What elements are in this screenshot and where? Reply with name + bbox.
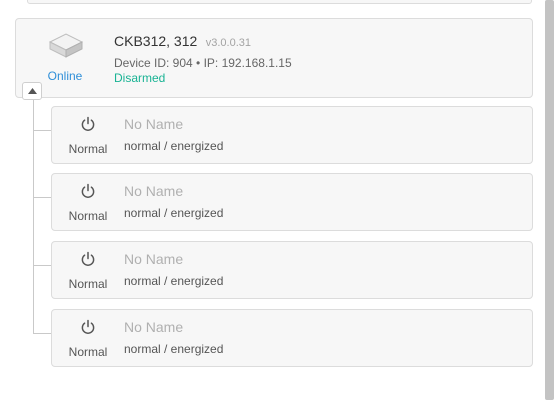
tree-connector <box>33 100 34 333</box>
arm-status: Disarmed <box>114 71 166 85</box>
device-info: Device ID: 904 • IP: 192.168.1.15 <box>114 56 292 70</box>
output-mode: normal / energized <box>124 274 224 288</box>
tree-branch <box>33 130 51 131</box>
vertical-scrollbar[interactable] <box>544 0 555 404</box>
power-icon <box>81 251 95 266</box>
output-name: No Name <box>124 319 184 335</box>
device-title: CKB312, 312 <box>114 33 198 49</box>
output-card[interactable]: Normal No Name normal / energized <box>51 106 533 164</box>
output-name: No Name <box>124 251 184 267</box>
device-card[interactable]: Online CKB312, 312 v3.0.0.31 Device ID: … <box>15 18 533 98</box>
output-mode: normal / energized <box>124 206 224 220</box>
output-card[interactable]: Normal No Name normal / energized <box>51 241 533 299</box>
collapse-button[interactable] <box>22 82 42 100</box>
output-card[interactable]: Normal No Name normal / energized <box>51 173 533 231</box>
scrollbar-thumb[interactable] <box>545 0 554 400</box>
firmware-version: v3.0.0.31 <box>205 37 252 49</box>
output-name: No Name <box>124 183 184 199</box>
output-state: Normal <box>68 209 108 223</box>
output-mode: normal / energized <box>124 342 224 356</box>
output-card[interactable]: Normal No Name normal / energized <box>51 309 533 367</box>
caret-up-icon <box>28 88 37 94</box>
output-state: Normal <box>68 345 108 359</box>
tree-branch <box>33 333 51 334</box>
power-icon <box>81 116 95 131</box>
output-name: No Name <box>124 116 184 132</box>
output-mode: normal / energized <box>124 139 224 153</box>
power-icon <box>81 319 95 334</box>
tree-branch <box>33 197 51 198</box>
power-icon <box>81 183 95 198</box>
device-box-icon <box>48 33 84 58</box>
tree-branch <box>33 265 51 266</box>
output-state: Normal <box>68 142 108 156</box>
connection-status: Online <box>47 69 83 83</box>
output-state: Normal <box>68 277 108 291</box>
previous-device-card[interactable] <box>27 0 532 4</box>
device-list-panel: Online CKB312, 312 v3.0.0.31 Device ID: … <box>0 0 555 404</box>
device-title-row: CKB312, 312 v3.0.0.31 <box>114 33 251 51</box>
